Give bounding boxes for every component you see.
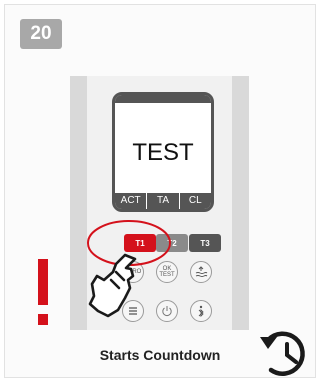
caption-text: Starts Countdown <box>99 347 221 363</box>
annotation-overlay <box>38 220 305 376</box>
alert-exclamation-icon <box>38 259 48 325</box>
history-icon <box>260 331 305 376</box>
